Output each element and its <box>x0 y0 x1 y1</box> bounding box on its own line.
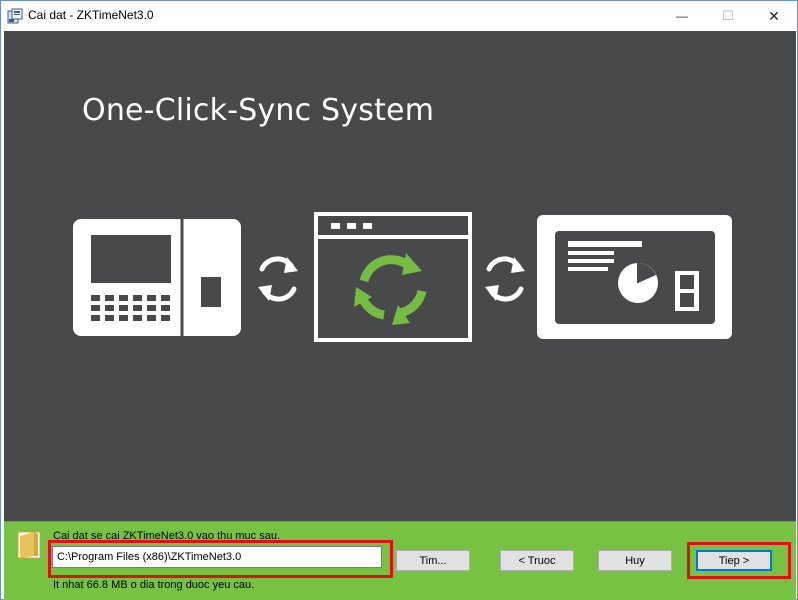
next-highlight-annotation <box>687 542 791 579</box>
sync-arrows-icon <box>258 256 298 302</box>
banner-image: One-Click-Sync System <box>4 31 796 521</box>
install-location-panel: Cai dat se cai ZKTimeNet3.0 vao thu muc … <box>4 521 796 600</box>
title-bar[interactable]: Cai dat - ZKTimeNet3.0 — ☐ ✕ <box>1 1 797 31</box>
back-button[interactable]: < Truoc <box>500 550 574 571</box>
path-highlight-annotation <box>48 540 393 578</box>
installer-window: Cai dat - ZKTimeNet3.0 — ☐ ✕ One-Click-S… <box>0 0 798 600</box>
report-dashboard-icon <box>537 215 732 339</box>
cancel-button[interactable]: Huy <box>598 550 672 571</box>
disk-space-message: It nhat 66.8 MB o dia trong duoc yeu cau… <box>53 579 255 591</box>
time-attendance-device-icon <box>73 219 241 336</box>
close-button[interactable]: ✕ <box>751 1 797 31</box>
minimize-icon: — <box>676 9 688 23</box>
sync-arrows-icon <box>485 256 525 302</box>
folder-icon <box>17 531 41 559</box>
app-icon <box>7 8 23 24</box>
browse-button[interactable]: Tim... <box>396 550 470 571</box>
window-title: Cai dat - ZKTimeNet3.0 <box>28 8 154 22</box>
sync-illustration <box>73 212 732 342</box>
minimize-button[interactable]: — <box>659 1 705 31</box>
maximize-icon: ☐ <box>722 8 734 23</box>
close-icon: ✕ <box>768 7 780 24</box>
software-window-sync-icon <box>314 212 472 342</box>
maximize-button[interactable]: ☐ <box>705 1 751 31</box>
